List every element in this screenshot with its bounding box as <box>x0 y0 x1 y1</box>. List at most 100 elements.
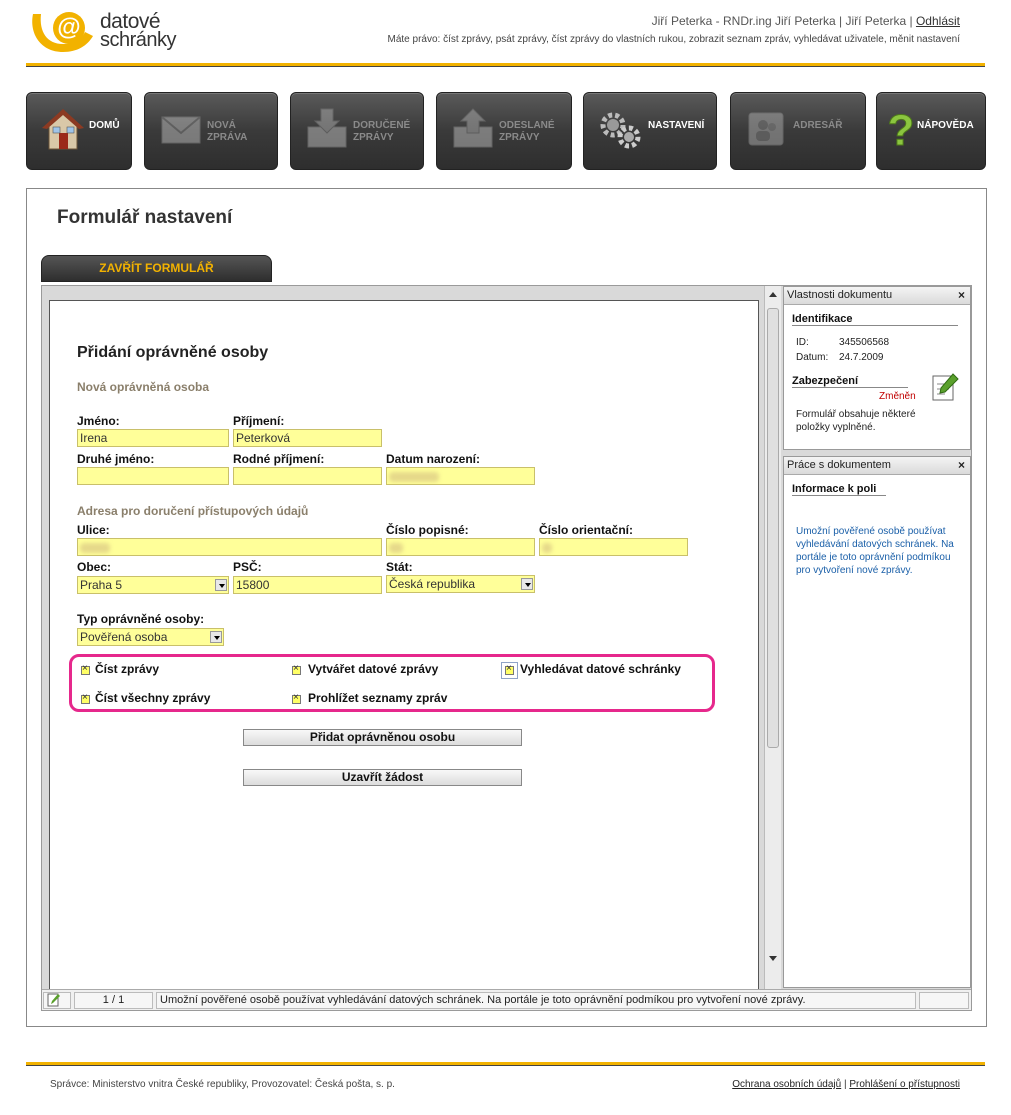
field-druhe-jmeno[interactable] <box>77 467 229 485</box>
perm-cist-zpravy: Číst zprávy <box>95 662 160 676</box>
field-rodne-prijmeni[interactable] <box>233 467 382 485</box>
nav-domu-label: DOMŮ <box>89 120 120 131</box>
checkbox-vytvaret-zpravy[interactable] <box>292 663 301 675</box>
label-druhe-jmeno: Druhé jméno: <box>77 452 155 466</box>
document-work-panel: Práce s dokumentem × Informace k poli Um… <box>783 456 971 988</box>
field-info-heading: Informace k poli <box>792 483 886 496</box>
logout-link[interactable]: Odhlásit <box>916 14 960 28</box>
footer-separator: | <box>843 1079 847 1090</box>
label-rodne-prijmeni: Rodné příjmení: <box>233 452 325 466</box>
header-divider <box>26 63 985 67</box>
checkbox-cist-zpravy[interactable] <box>81 663 90 675</box>
outbox-icon <box>453 108 493 148</box>
form-heading: Přidání oprávněné osoby <box>77 344 269 361</box>
date-label: Datum: <box>796 352 829 363</box>
document-status-cell[interactable] <box>43 992 71 1009</box>
work-header: Práce s dokumentem × <box>784 457 970 475</box>
select-stat-value: Česká republika <box>389 577 476 591</box>
perm-vyhledavat-schranky: Vyhledávat datové schránky <box>520 662 681 676</box>
checkbox-vyhledavat-schranky[interactable] <box>505 663 514 675</box>
perm-vytvaret-zpravy: Vytvářet datové zprávy <box>308 662 439 676</box>
scroll-down-icon[interactable] <box>769 956 777 961</box>
field-cislo-popisne[interactable] <box>386 538 535 556</box>
nav-nova-label2: ZPRÁVA <box>207 132 248 143</box>
properties-header: Vlastnosti dokumentu × <box>784 287 970 305</box>
redacted-value <box>389 543 403 553</box>
user-rights: Máte právo: číst zprávy, psát zprávy, čí… <box>387 34 960 45</box>
footer-operator: Správce: Ministerstvo vnitra České repub… <box>50 1079 395 1090</box>
select-stat[interactable]: Česká republika <box>386 575 535 593</box>
svg-text:@: @ <box>57 14 80 41</box>
document-edit-icon <box>47 993 60 1007</box>
logo-at-icon: @ <box>32 12 93 52</box>
footer-links: Ochrana osobních údajů | Prohlášení o př… <box>732 1079 960 1090</box>
work-title: Práce s dokumentem <box>787 459 891 471</box>
label-jmeno: Jméno: <box>77 414 120 428</box>
close-request-button[interactable]: Uzavřít žádost <box>243 769 522 786</box>
chevron-down-icon[interactable] <box>210 631 222 643</box>
nav-nastaveni[interactable]: NASTAVENÍ <box>583 92 717 170</box>
document-properties-panel: Vlastnosti dokumentu × Identifikace ID: … <box>783 286 971 450</box>
nav-napoveda[interactable]: ? NÁPOVĚDA <box>876 92 986 170</box>
nav-nova-zprava[interactable]: NOVÁ ZPRÁVA <box>144 92 278 170</box>
user-name: Jiří Peterka - RNDr.ing Jiří Peterka | J… <box>651 14 913 28</box>
svg-text:?: ? <box>888 107 915 151</box>
logo[interactable]: @ datové schránky <box>27 8 177 54</box>
section-new-person: Nová oprávněná osoba <box>77 380 210 394</box>
security-status: Změněn <box>879 391 916 402</box>
perm-prohlizet-seznamy: Prohlížet seznamy zpráv <box>308 691 448 705</box>
scroll-thumb[interactable] <box>767 308 779 748</box>
label-stat: Stát: <box>386 560 413 574</box>
main-nav: DOMŮ NOVÁ ZPRÁVA DORUČENÉ ZPRÁVY ODESLANÉ Z… <box>26 92 986 170</box>
nav-odeslane[interactable]: ODESLANÉ ZPRÁVY <box>436 92 572 170</box>
field-ulice[interactable] <box>77 538 382 556</box>
chevron-down-icon[interactable] <box>521 578 533 590</box>
close-icon[interactable]: × <box>958 457 965 474</box>
label-cislo-popisne: Číslo popisné: <box>386 523 469 537</box>
gears-icon <box>600 112 641 149</box>
nav-domu[interactable]: DOMŮ <box>26 92 132 170</box>
document-scrollbar[interactable] <box>764 286 781 992</box>
section-address: Adresa pro doručení přístupových údajů <box>77 504 309 518</box>
select-typ-value: Pověřená osoba <box>80 630 168 644</box>
label-datum-narozeni: Datum narození: <box>386 452 481 466</box>
label-cislo-orientacni: Číslo orientační: <box>539 523 634 537</box>
house-icon <box>42 109 84 150</box>
add-person-button[interactable]: Přidat oprávněnou osobu <box>243 729 522 746</box>
field-cislo-orientacni[interactable] <box>539 538 688 556</box>
id-label: ID: <box>796 337 809 348</box>
nav-napoveda-label: NÁPOVĚDA <box>917 120 974 131</box>
field-prijmeni[interactable]: Peterková <box>233 429 382 447</box>
chevron-down-icon[interactable] <box>215 579 227 591</box>
properties-title: Vlastnosti dokumentu <box>787 289 893 301</box>
scroll-up-icon[interactable] <box>769 292 777 297</box>
page-title: Formulář nastavení <box>57 207 233 228</box>
status-message: Umožní pověřené osobě používat vyhledává… <box>156 992 916 1009</box>
nav-dorucene[interactable]: DORUČENÉ ZPRÁVY <box>290 92 424 170</box>
redacted-value <box>542 543 552 553</box>
label-obec: Obec: <box>77 560 112 574</box>
perm-cist-vsechny: Číst všechny zprávy <box>95 691 211 705</box>
privacy-link[interactable]: Ochrana osobních údajů <box>732 1079 841 1090</box>
select-typ-osoby[interactable]: Pověřená osoba <box>77 628 224 646</box>
close-icon[interactable]: × <box>958 287 965 304</box>
label-typ-osoby: Typ oprávněné osoby: <box>77 612 205 626</box>
edit-document-icon <box>932 373 959 401</box>
nav-odeslane-label1: ODESLANÉ <box>499 120 555 131</box>
redacted-value <box>389 472 439 482</box>
security-note: Formulář obsahuje některé položky vyplně… <box>796 409 916 433</box>
field-jmeno[interactable]: Irena <box>77 429 229 447</box>
checkbox-cist-vsechny[interactable] <box>81 692 90 704</box>
nav-nastaveni-label: NASTAVENÍ <box>648 120 705 131</box>
date-value: 24.7.2009 <box>839 352 884 363</box>
field-datum-narozeni[interactable] <box>386 467 535 485</box>
select-obec[interactable]: Praha 5 <box>77 576 229 594</box>
accessibility-link[interactable]: Prohlášení o přístupnosti <box>849 1079 960 1090</box>
nav-adresar[interactable]: ADRESÁŘ <box>730 92 866 170</box>
nav-dorucene-label2: ZPRÁVY <box>353 132 394 143</box>
field-psc[interactable]: 15800 <box>233 576 382 594</box>
field-help-text: Umožní pověřené osobě používat vyhledává… <box>796 526 954 576</box>
close-form-button[interactable]: ZAVŘÍT FORMULÁŘ <box>41 255 272 282</box>
checkbox-prohlizet-seznamy[interactable] <box>292 692 301 704</box>
envelope-icon <box>161 116 201 144</box>
